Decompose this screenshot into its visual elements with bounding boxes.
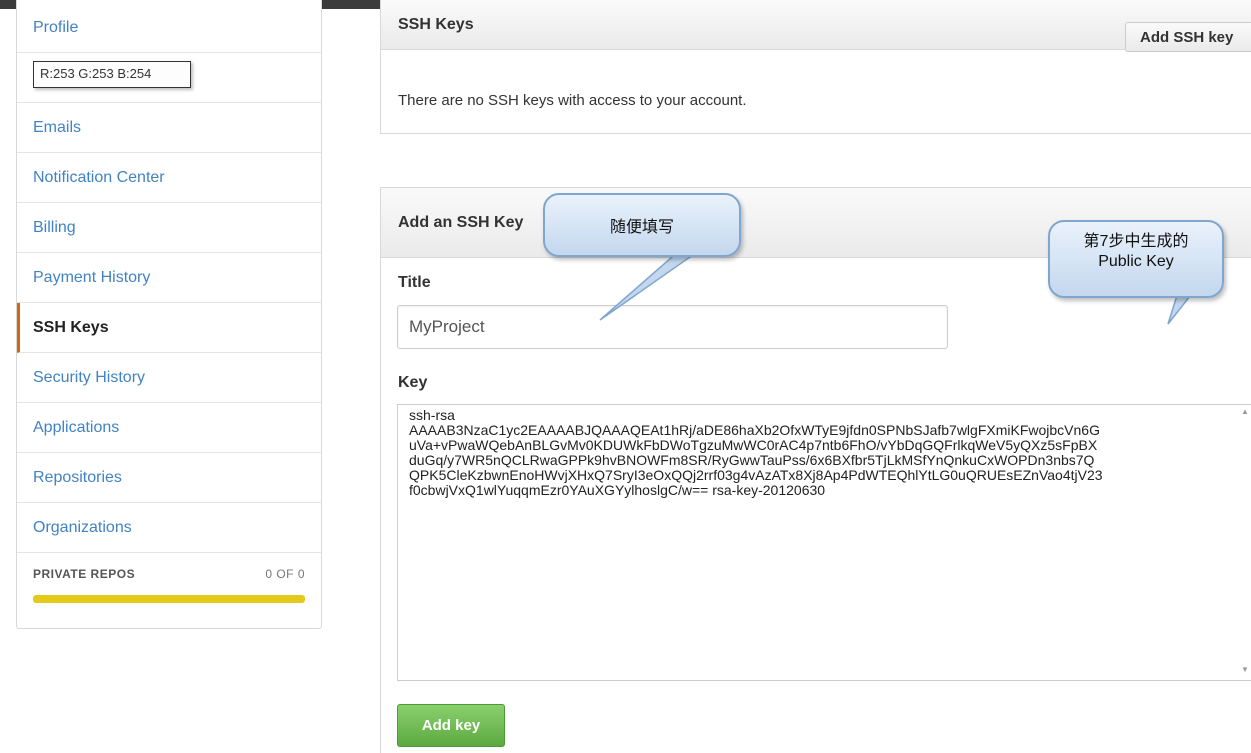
- title-callout-pointer: [599, 249, 703, 321]
- key-callout: 第7步中生成的 Public Key: [1048, 220, 1224, 298]
- title-callout: 随便填写: [543, 193, 741, 257]
- title-callout-text: 随便填写: [609, 219, 674, 236]
- key-callout-text-line2: Public Key: [1098, 253, 1174, 270]
- color-picker-tooltip: R:253 G:253 B:254: [33, 61, 191, 88]
- callout-pointers: [599, 249, 1200, 325]
- key-callout-text-line1: 第7步中生成的: [1083, 233, 1189, 250]
